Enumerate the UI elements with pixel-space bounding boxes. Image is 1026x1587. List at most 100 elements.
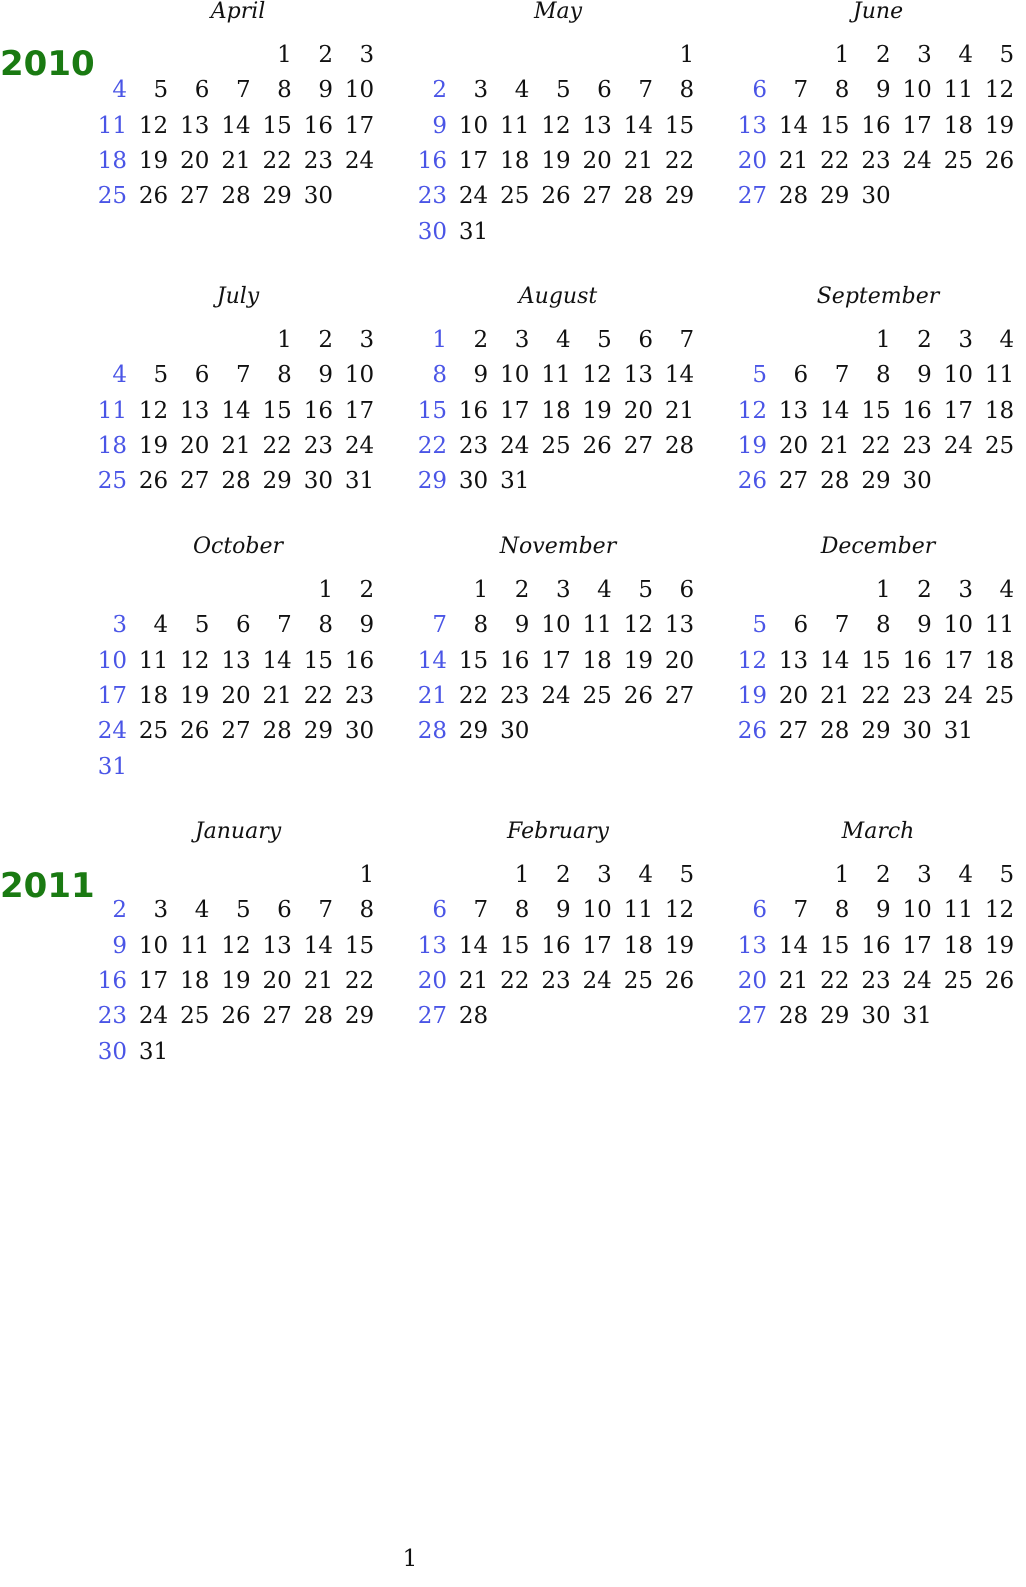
day-cell: 17 [902, 112, 932, 139]
day-cell: 12 [623, 612, 653, 639]
day-cell: 22 [458, 682, 489, 709]
month-july: July 1 2 3 4 5 6 7 8 9 10 11 12 13 14 15 16 17 18 19 20 21 22 2… [93, 285, 383, 545]
day-cell: 12 [180, 647, 210, 674]
day-cell: 9 [318, 362, 333, 389]
day-cell: 8 [277, 362, 292, 389]
day-cell: 18 [943, 932, 973, 959]
day-cell: 5 [153, 362, 169, 389]
day-cell: 30 [417, 218, 447, 245]
day-cell: 19 [984, 112, 1015, 139]
day-cell: 23 [500, 682, 530, 709]
day-cell: 7 [834, 612, 850, 639]
day-cell: 17 [943, 397, 973, 424]
day-cell: 12 [138, 112, 169, 139]
day-cell: 1 [514, 862, 530, 888]
day-cell: 3 [112, 612, 127, 639]
day-cell: 2 [875, 42, 891, 68]
day-cell: 25 [500, 183, 530, 210]
day-cell: 13 [778, 397, 809, 424]
day-cell: 4 [194, 897, 210, 924]
day-cell: 19 [582, 397, 612, 424]
day-cell: 24 [344, 432, 375, 459]
day-cell: 30 [500, 718, 530, 745]
day-cell: 13 [221, 647, 251, 674]
day-cell: 7 [432, 612, 447, 639]
day-cell: 17 [500, 397, 530, 424]
month-title: March [841, 819, 915, 844]
day-cell: 13 [778, 647, 809, 674]
day-cell: 2 [359, 577, 375, 603]
day-cell: 31 [138, 1038, 169, 1065]
day-cell: 13 [582, 112, 612, 139]
day-cell: 29 [820, 183, 850, 210]
day-cell: 24 [97, 718, 127, 745]
day-cell: 9 [917, 612, 932, 639]
day-cell: 22 [262, 147, 292, 174]
day-cell: 8 [834, 897, 850, 924]
day-cell: 20 [180, 432, 210, 459]
day-cell: 7 [277, 612, 292, 639]
day-cell: 23 [303, 432, 333, 459]
day-cell: 2 [875, 862, 891, 888]
month-september: September 1 2 3 4 5 6 7 8 9 10 11 12 13 14 15 16 17 18 19 20… [733, 285, 1023, 545]
day-cell: 8 [514, 897, 530, 924]
day-cell: 11 [582, 612, 612, 639]
day-cell: 4 [514, 77, 530, 104]
day-cell: 12 [737, 647, 767, 674]
day-cell: 1 [875, 577, 891, 603]
day-cell: 14 [221, 397, 251, 424]
day-cell: 20 [417, 967, 447, 994]
day-cell: 27 [737, 183, 767, 210]
day-cell: 12 [984, 897, 1015, 924]
day-cell: 15 [262, 112, 292, 139]
day-cell: 25 [623, 967, 653, 994]
day-cell: 5 [555, 77, 571, 104]
day-cell: 28 [623, 183, 653, 210]
day-cell: 10 [902, 897, 932, 924]
day-cell: 13 [737, 112, 767, 139]
day-cell: 15 [458, 647, 489, 674]
month-title: January [194, 819, 282, 844]
day-cell: 6 [752, 897, 767, 924]
day-cell: 3 [473, 77, 489, 104]
day-cell: 2 [917, 327, 932, 353]
day-cell: 28 [820, 718, 850, 745]
day-cell: 26 [138, 468, 169, 495]
day-cell: 9 [432, 112, 447, 139]
day-cell: 16 [902, 647, 932, 674]
day-cell: 23 [861, 147, 891, 174]
day-cell: 27 [623, 432, 653, 459]
day-cell: 14 [778, 932, 809, 959]
day-cell: 16 [861, 112, 891, 139]
day-cell: 29 [820, 1003, 850, 1030]
day-cell: 9 [875, 77, 891, 104]
day-cell: 31 [943, 718, 973, 745]
day-cell: 22 [417, 432, 447, 459]
day-cell: 17 [902, 932, 932, 959]
day-cell: 21 [262, 682, 292, 709]
day-cell: 15 [820, 112, 850, 139]
day-cell: 12 [541, 112, 571, 139]
day-cell: 29 [664, 183, 695, 210]
month-title: June [852, 0, 904, 24]
day-cell: 2 [112, 897, 127, 924]
day-cell: 8 [277, 77, 292, 104]
day-cell: 3 [958, 327, 973, 353]
day-cell: 30 [458, 468, 489, 495]
day-cell: 14 [778, 112, 809, 139]
day-cell: 10 [902, 77, 932, 104]
day-cell: 5 [194, 612, 210, 639]
month-october: October 1 2 3 4 5 6 7 8 9 10 11 12 13 14 15 16 17 18 19 20 21… [93, 535, 383, 795]
day-cell: 27 [417, 1003, 447, 1030]
day-cell: 26 [737, 718, 767, 745]
day-cell: 25 [943, 147, 973, 174]
day-cell: 1 [318, 577, 333, 603]
day-cell: 4 [638, 862, 653, 888]
day-cell: 8 [875, 612, 891, 639]
day-cell: 21 [820, 432, 850, 459]
day-cell: 21 [221, 432, 251, 459]
day-cell: 9 [555, 897, 571, 924]
day-cell: 22 [820, 147, 850, 174]
month-title: December [820, 534, 936, 559]
day-cell: 28 [664, 432, 695, 459]
